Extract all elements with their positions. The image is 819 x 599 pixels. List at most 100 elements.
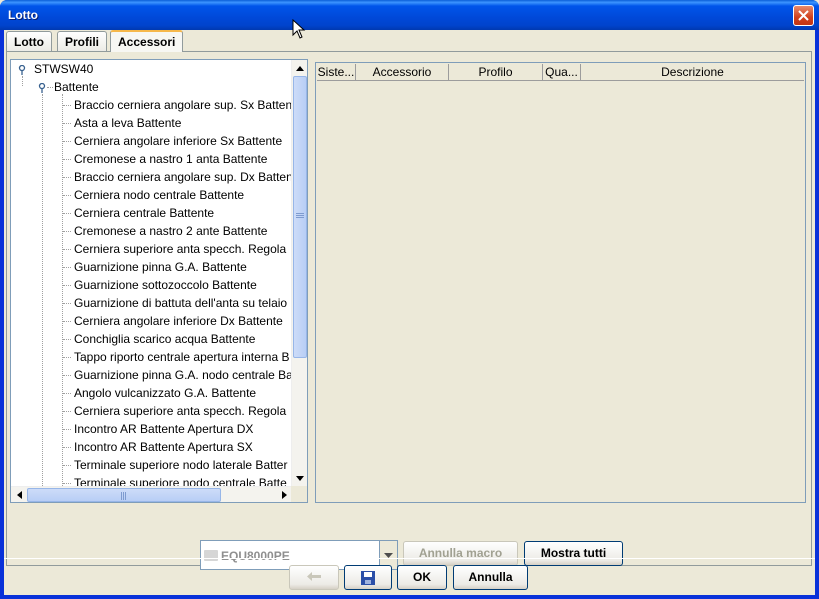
scroll-left-button[interactable]: [11, 487, 27, 502]
column-header-descrizione[interactable]: Descrizione: [581, 64, 804, 81]
footer-divider: [4, 558, 815, 559]
close-button[interactable]: [793, 5, 814, 26]
tree-leaf-node[interactable]: Cerniera superiore anta specch. Regola: [74, 240, 286, 258]
tree-leaf-node[interactable]: Incontro AR Battente Apertura DX: [74, 420, 253, 438]
accessories-table[interactable]: Siste... Accessorio Profilo Qua... Descr…: [315, 62, 806, 503]
annulla-button[interactable]: Annulla: [453, 565, 528, 590]
tree-line: [63, 447, 71, 448]
dialog-window: Lotto Lotto Profili Accessori STWSW40 Ba…: [0, 0, 819, 599]
tree-line: [63, 177, 71, 178]
tree-root-node[interactable]: STWSW40: [34, 60, 93, 78]
mouse-cursor-icon: [292, 19, 306, 39]
tree-expanded-icon: [18, 65, 26, 75]
arrow-left-icon: [307, 572, 321, 581]
arrow-up-icon: [296, 65, 304, 71]
tab-label: Profili: [65, 35, 100, 49]
tree-leaf-node[interactable]: Guarnizione pinna G.A. nodo centrale Ba: [74, 366, 292, 384]
tree-line: [63, 339, 71, 340]
mostra-tutti-button[interactable]: Mostra tutti: [524, 541, 623, 566]
tree-line: [42, 94, 43, 486]
grip-icon: [296, 213, 304, 218]
tree-leaf-node[interactable]: Cerniera nodo centrale Battente: [74, 186, 244, 204]
horizontal-scroll-thumb[interactable]: [27, 488, 221, 502]
tree-line: [63, 105, 71, 106]
tree-line: [63, 465, 71, 466]
tree-line: [62, 94, 63, 486]
tree-leaf-node[interactable]: Braccio cerniera angolare sup. Dx Batten: [74, 168, 292, 186]
tree-line: [63, 231, 71, 232]
arrow-right-icon: [281, 491, 287, 499]
tree-line: [47, 87, 53, 88]
tree-leaf-node[interactable]: Cremonese a nastro 1 anta Battente: [74, 150, 267, 168]
tree-leaf-node[interactable]: Guarnizione pinna G.A. Battente: [74, 258, 247, 276]
tab-label: Accessori: [118, 35, 176, 49]
tree-viewport: STWSW40 Battente Braccio cerniera angola…: [11, 60, 292, 486]
arrow-left-icon: [16, 491, 22, 499]
column-header-profilo[interactable]: Profilo: [449, 64, 543, 81]
tree-leaf-node[interactable]: Guarnizione sottozoccolo Battente: [74, 276, 257, 294]
tree-line: [63, 303, 71, 304]
macro-combo-value: EQU8000PE: [221, 549, 290, 563]
tree-expanded-icon: [38, 83, 46, 93]
tree-horizontal-scrollbar[interactable]: [11, 486, 292, 502]
save-button[interactable]: [344, 565, 392, 590]
scroll-down-button[interactable]: [292, 470, 307, 486]
column-header-sistema[interactable]: Siste...: [317, 64, 356, 81]
tab-label: Lotto: [14, 35, 44, 49]
tree-leaf-node[interactable]: Tappo riporto centrale apertura interna …: [74, 348, 289, 366]
tree-leaf-node[interactable]: Cerniera superiore anta specch. Regola: [74, 402, 286, 420]
tree-leaf-node[interactable]: Guarnizione di battuta dell'anta su tela…: [74, 294, 287, 312]
tree-line: [63, 375, 71, 376]
tree-line: [63, 249, 71, 250]
tab-profili[interactable]: Profili: [57, 31, 108, 51]
tree-line: [63, 123, 71, 124]
vertical-scroll-thumb[interactable]: [293, 76, 307, 358]
tree-line: [63, 357, 71, 358]
tab-lotto[interactable]: Lotto: [6, 31, 52, 51]
grip-icon: [121, 492, 126, 500]
tree-line: [63, 213, 71, 214]
table-header: Siste... Accessorio Profilo Qua... Descr…: [317, 64, 804, 81]
column-header-accessorio[interactable]: Accessorio: [356, 64, 449, 81]
tree-line: [63, 411, 71, 412]
back-button[interactable]: [289, 565, 339, 590]
tree-line: [63, 321, 71, 322]
tree-leaf-node[interactable]: Braccio cerniera angolare sup. Sx Batten: [74, 96, 292, 114]
tree-line: [63, 195, 71, 196]
tree-line: [63, 285, 71, 286]
dialog-content: Lotto Profili Accessori STWSW40 Battente: [4, 30, 815, 595]
tree-line: [63, 393, 71, 394]
tree-leaf-node[interactable]: Cremonese a nastro 2 ante Battente: [74, 222, 267, 240]
scroll-right-button[interactable]: [276, 487, 292, 502]
scroll-corner: [291, 486, 307, 502]
annulla-macro-button[interactable]: Annulla macro: [403, 541, 518, 566]
chevron-down-icon: [384, 552, 393, 558]
close-icon: [798, 10, 809, 21]
tree-vertical-scrollbar[interactable]: [291, 60, 307, 486]
floppy-disk-icon: [361, 571, 375, 585]
folder-icon: [204, 550, 218, 561]
scroll-up-button[interactable]: [292, 60, 307, 76]
column-header-quantita[interactable]: Qua...: [543, 64, 581, 81]
tree-leaf-node[interactable]: Incontro AR Battente Apertura SX: [74, 438, 253, 456]
tree-leaf-node[interactable]: Conchiglia scarico acqua Battente: [74, 330, 255, 348]
tree-line: [63, 267, 71, 268]
tree-line: [63, 141, 71, 142]
accessori-panel: STWSW40 Battente Braccio cerniera angola…: [6, 51, 812, 570]
tab-accessori[interactable]: Accessori: [110, 30, 184, 52]
tree-leaf-node[interactable]: Angolo vulcanizzato G.A. Battente: [74, 384, 256, 402]
tree-leaf-node[interactable]: Cerniera angolare inferiore Sx Battente: [74, 132, 282, 150]
tree-line: [63, 159, 71, 160]
tree-line: [63, 483, 71, 484]
arrow-down-icon: [296, 475, 304, 481]
tree-leaf-node[interactable]: Asta a leva Battente: [74, 114, 181, 132]
tree-leaf-node[interactable]: Terminale superiore nodo laterale Batter: [74, 456, 287, 474]
tree-leaf-node[interactable]: Cerniera centrale Battente: [74, 204, 214, 222]
tree-group-node[interactable]: Battente: [54, 78, 99, 96]
window-title: Lotto: [8, 8, 38, 22]
accessory-tree[interactable]: STWSW40 Battente Braccio cerniera angola…: [10, 59, 308, 503]
tree-leaf-node[interactable]: Terminale superiore nodo centrale Batte: [74, 474, 287, 486]
title-bar[interactable]: Lotto: [0, 0, 819, 30]
ok-button[interactable]: OK: [397, 565, 447, 590]
tree-leaf-node[interactable]: Cerniera angolare inferiore Dx Battente: [74, 312, 283, 330]
